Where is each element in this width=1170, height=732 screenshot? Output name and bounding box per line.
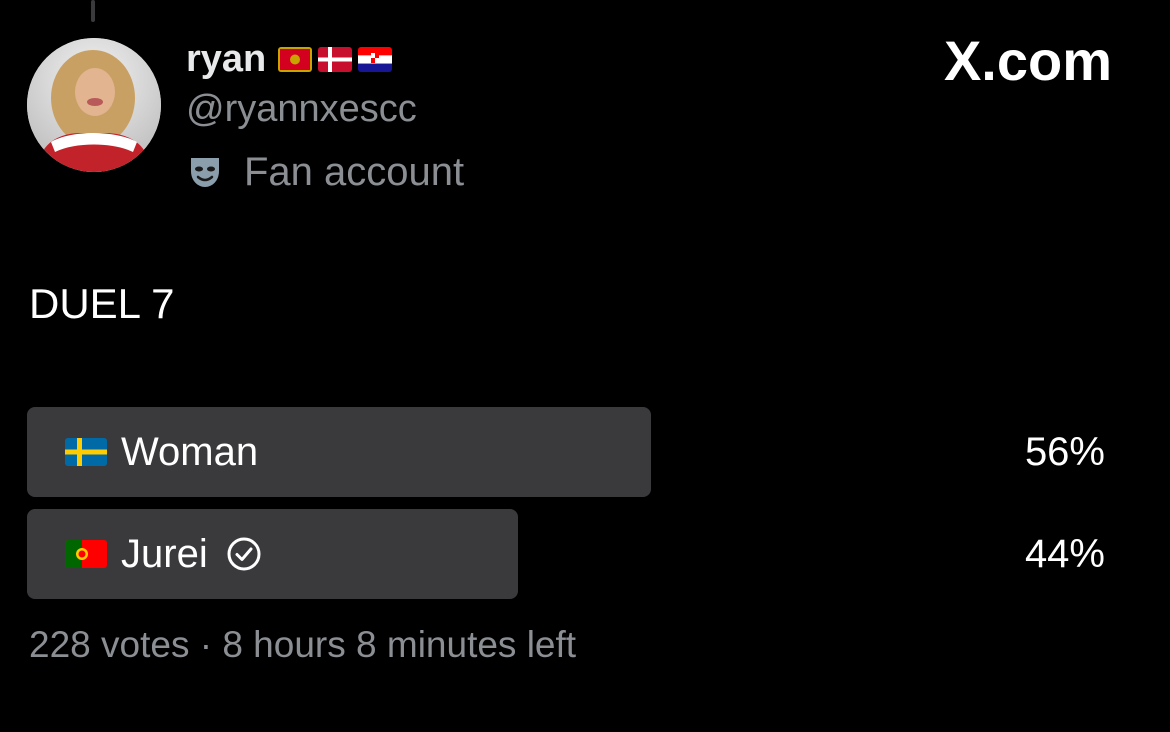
poll-option-percent: 44% (1024, 531, 1105, 576)
check-circle-icon (226, 536, 262, 572)
flag-sweden-icon (65, 438, 107, 466)
poll-option-label-row: Woman (65, 407, 258, 497)
poll-option[interactable]: Woman 56% (27, 407, 1117, 497)
poll-option-label: Woman (121, 429, 259, 474)
thread-connector-line (91, 0, 95, 22)
mask-icon (186, 153, 224, 191)
author-display-name[interactable]: ryan (186, 38, 266, 81)
avatar[interactable] (27, 38, 161, 172)
flag-montenegro-icon (278, 46, 313, 72)
poll-option[interactable]: Jurei 44% (27, 509, 1117, 599)
poll-option-percent: 56% (1024, 429, 1105, 474)
flag-portugal-icon (65, 540, 107, 568)
account-label-row: Fan account (186, 148, 464, 196)
tweet-screenshot: ryan @ryannxescc Fan account X.com DUEL … (0, 0, 1170, 732)
brand-watermark: X.com (943, 29, 1112, 92)
tweet-text: DUEL 7 (29, 280, 175, 327)
poll-summary: 228 votes · 8 hours 8 minutes left (29, 624, 577, 665)
avatar-image (27, 38, 161, 172)
author-handle[interactable]: @ryannxescc (186, 88, 417, 131)
account-label-text: Fan account (244, 149, 465, 194)
poll-option-label: Jurei (121, 531, 208, 576)
author-name-row[interactable]: ryan (186, 36, 398, 82)
poll-option-label-row: Jurei (65, 509, 262, 599)
flag-croatia-icon (358, 46, 393, 72)
flag-denmark-icon (318, 46, 353, 72)
